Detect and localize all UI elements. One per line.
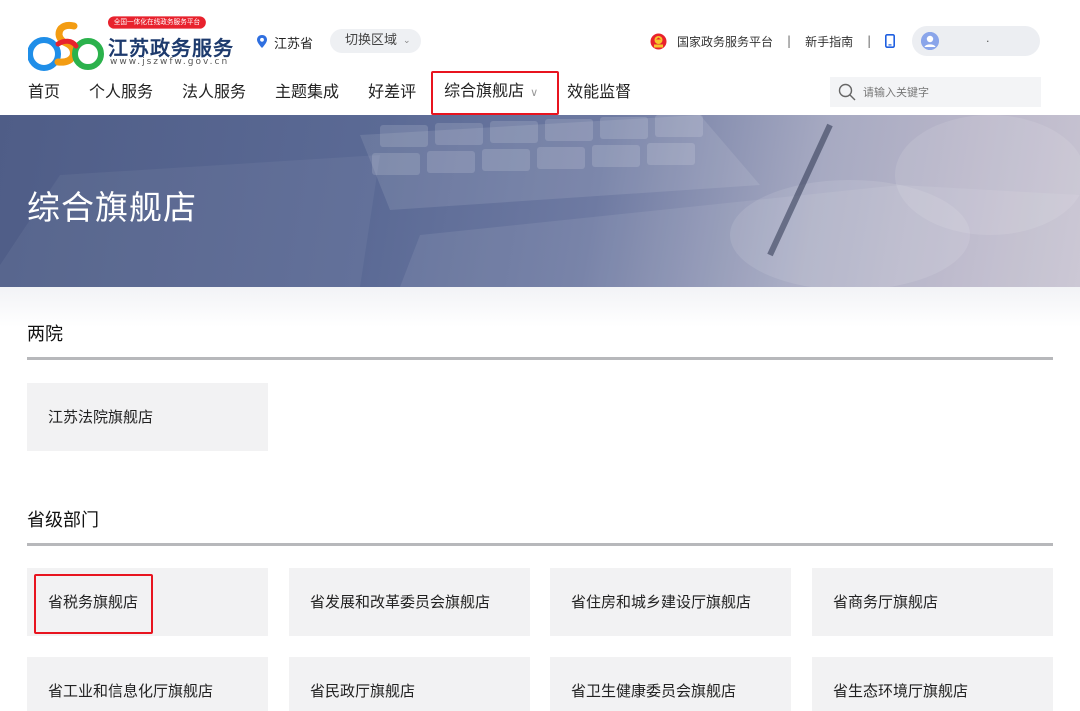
user-name: . xyxy=(986,32,990,45)
current-location: 江苏省 xyxy=(256,32,313,52)
store-card[interactable]: 省生态环境厅旗舰店 xyxy=(812,657,1053,711)
section-divider xyxy=(27,543,1053,546)
store-card[interactable]: 省卫生健康委员会旗舰店 xyxy=(550,657,791,711)
store-card[interactable]: 省税务旗舰店 xyxy=(27,568,268,636)
main-nav: 首页 个人服务 法人服务 主题集成 好差评 综合旗舰店 ∨ 效能监督 xyxy=(28,72,660,112)
logo-url: www.jszwfw.gov.cn xyxy=(110,57,230,67)
store-card[interactable]: 省住房和城乡建设厅旗舰店 xyxy=(550,568,791,636)
pin-icon xyxy=(257,35,267,48)
chevron-down-icon: ⌄ xyxy=(403,36,411,46)
national-platform-link[interactable]: 国家政务服务平台 xyxy=(677,33,773,50)
site-header: 全国一体化在线政务服务平台 江苏政务服务 www.jszwfw.gov.cn 江… xyxy=(0,0,1080,115)
user-avatar-icon xyxy=(921,32,939,50)
nav-flagship-stores[interactable]: 综合旗舰店 ∨ xyxy=(430,71,552,113)
nav-theme-integration[interactable]: 主题集成 xyxy=(275,72,339,112)
page-banner: 综合旗舰店 xyxy=(0,115,1080,287)
site-logo[interactable]: 全国一体化在线政务服务平台 江苏政务服务 www.jszwfw.gov.cn xyxy=(28,14,238,74)
section-title-provincial: 省级部门 xyxy=(27,510,99,531)
nav-personal-services[interactable]: 个人服务 xyxy=(89,72,153,112)
store-card[interactable]: 江苏法院旗舰店 xyxy=(27,383,268,451)
section-title-courts: 两院 xyxy=(27,324,63,345)
switch-region-button[interactable]: 切换区域 ⌄ xyxy=(330,29,421,53)
switch-region-label: 切换区域 xyxy=(345,33,398,48)
section-divider xyxy=(27,357,1053,360)
logo-mark-icon xyxy=(28,21,104,71)
location-province: 江苏省 xyxy=(274,36,314,52)
guide-link[interactable]: 新手指南 xyxy=(805,33,853,50)
content-top-fade xyxy=(0,287,1080,327)
search-input[interactable] xyxy=(863,85,1033,99)
store-card[interactable]: 省民政厅旗舰店 xyxy=(289,657,530,711)
nav-ratings[interactable]: 好差评 xyxy=(368,72,416,112)
user-account-button[interactable]: . xyxy=(912,26,1040,56)
store-card[interactable]: 省工业和信息化厅旗舰店 xyxy=(27,657,268,711)
divider: | xyxy=(787,34,792,48)
nav-corporate-services[interactable]: 法人服务 xyxy=(182,72,246,112)
national-emblem-icon xyxy=(650,33,667,49)
logo-badge: 全国一体化在线政务服务平台 xyxy=(108,16,206,29)
nav-home[interactable]: 首页 xyxy=(28,72,60,112)
page-title: 综合旗舰店 xyxy=(27,188,197,227)
store-card[interactable]: 省商务厅旗舰店 xyxy=(812,568,1053,636)
top-links: 国家政务服务平台 | 新手指南 | xyxy=(650,30,896,52)
nav-flagship-label: 综合旗舰店 xyxy=(444,81,525,100)
search-icon[interactable] xyxy=(838,83,856,101)
store-card[interactable]: 省发展和改革委员会旗舰店 xyxy=(289,568,530,636)
divider: | xyxy=(867,34,872,48)
search-box[interactable] xyxy=(830,77,1041,107)
chevron-down-icon: ∨ xyxy=(530,86,539,99)
nav-efficiency-supervision[interactable]: 效能监督 xyxy=(567,72,631,112)
phone-icon[interactable] xyxy=(885,34,896,48)
